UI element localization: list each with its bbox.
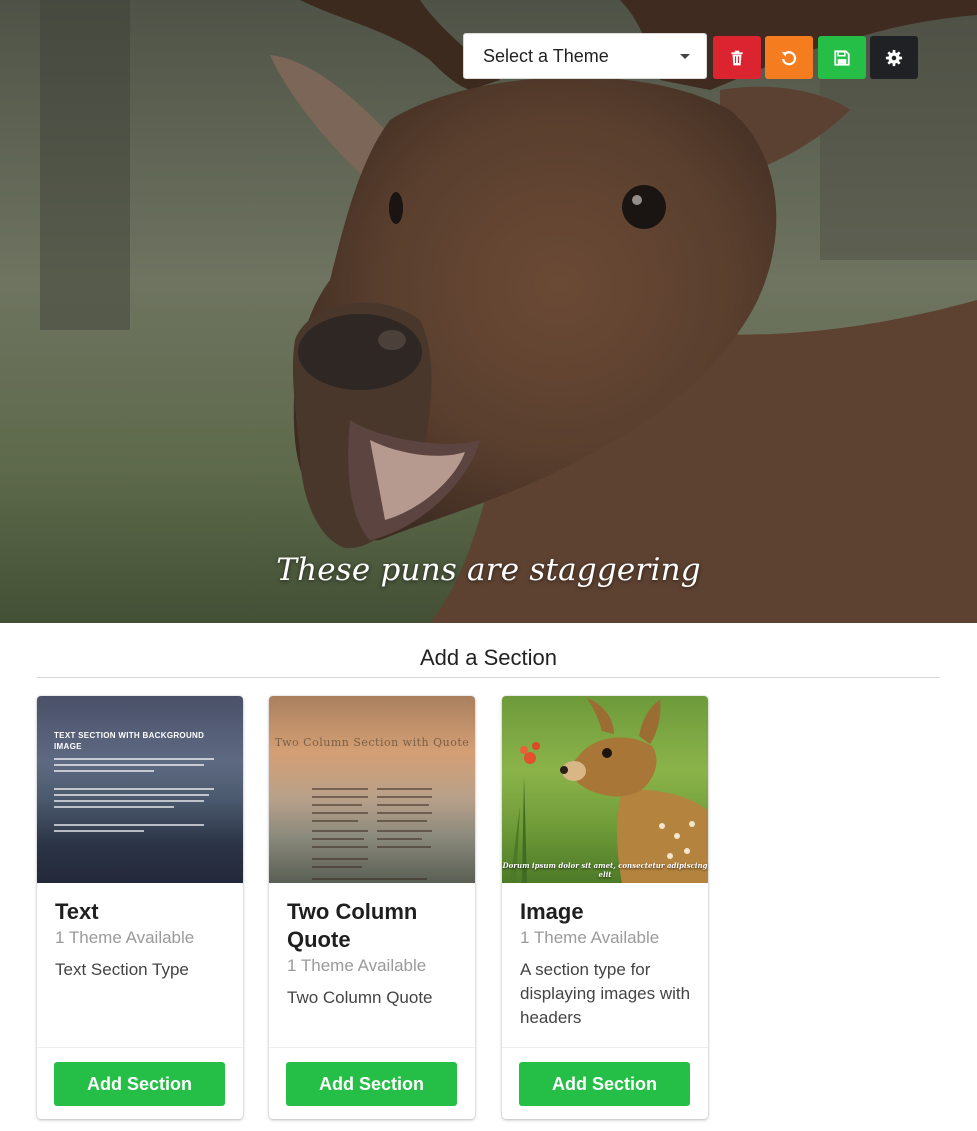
delete-button[interactable] xyxy=(713,36,761,79)
settings-button[interactable] xyxy=(870,36,918,79)
text-section-thumbnail: TEXT SECTION WITH BACKGROUND IMAGE xyxy=(37,696,243,883)
undo-icon xyxy=(781,50,797,65)
card-title: Two Column Quote xyxy=(287,899,418,952)
save-button[interactable] xyxy=(818,36,866,79)
fawn-photo xyxy=(510,698,708,883)
section-card-text: TEXT SECTION WITH BACKGROUND IMAGE Text … xyxy=(37,696,243,1119)
divider xyxy=(37,677,940,678)
thumb-caption: Dorum ipsum dolor sit amet, consectetur … xyxy=(502,861,708,879)
card-theme-count: 1 Theme Available xyxy=(520,928,660,947)
trash-icon xyxy=(731,50,743,65)
chevron-down-icon xyxy=(680,53,690,59)
card-description: Two Column Quote xyxy=(287,988,433,1007)
card-title: Image xyxy=(520,899,584,924)
card-description: Text Section Type xyxy=(55,960,189,979)
theme-select-label: Select a Theme xyxy=(483,45,609,66)
hero-banner: These puns are staggering xyxy=(0,0,977,623)
floppy-disk-icon xyxy=(834,49,850,66)
card-theme-count: 1 Theme Available xyxy=(287,956,427,975)
section-card-image: Dorum ipsum dolor sit amet, consectetur … xyxy=(502,696,708,1119)
section-card-two-column-quote: Two Column Section with Quote Two Column… xyxy=(269,696,475,1119)
card-title: Text xyxy=(55,899,99,924)
add-section-button[interactable]: Add Section xyxy=(519,1062,690,1106)
theme-select[interactable]: Select a Theme xyxy=(463,33,707,79)
add-section-button[interactable]: Add Section xyxy=(54,1062,225,1106)
two-column-quote-thumbnail: Two Column Section with Quote xyxy=(269,696,475,883)
hero-caption: These puns are staggering xyxy=(276,552,701,588)
add-section-heading: Add a Section xyxy=(420,645,557,670)
gear-icon xyxy=(885,49,903,66)
image-section-thumbnail: Dorum ipsum dolor sit amet, consectetur … xyxy=(502,696,708,883)
thumb-heading: TEXT SECTION WITH BACKGROUND IMAGE xyxy=(54,731,205,751)
card-theme-count: 1 Theme Available xyxy=(55,928,195,947)
add-section-button[interactable]: Add Section xyxy=(286,1062,457,1106)
stag-photo xyxy=(0,0,977,623)
thumb-heading: Two Column Section with Quote xyxy=(274,736,470,749)
card-description: A section type for displaying images wit… xyxy=(520,960,691,1027)
reset-button[interactable] xyxy=(765,36,813,79)
